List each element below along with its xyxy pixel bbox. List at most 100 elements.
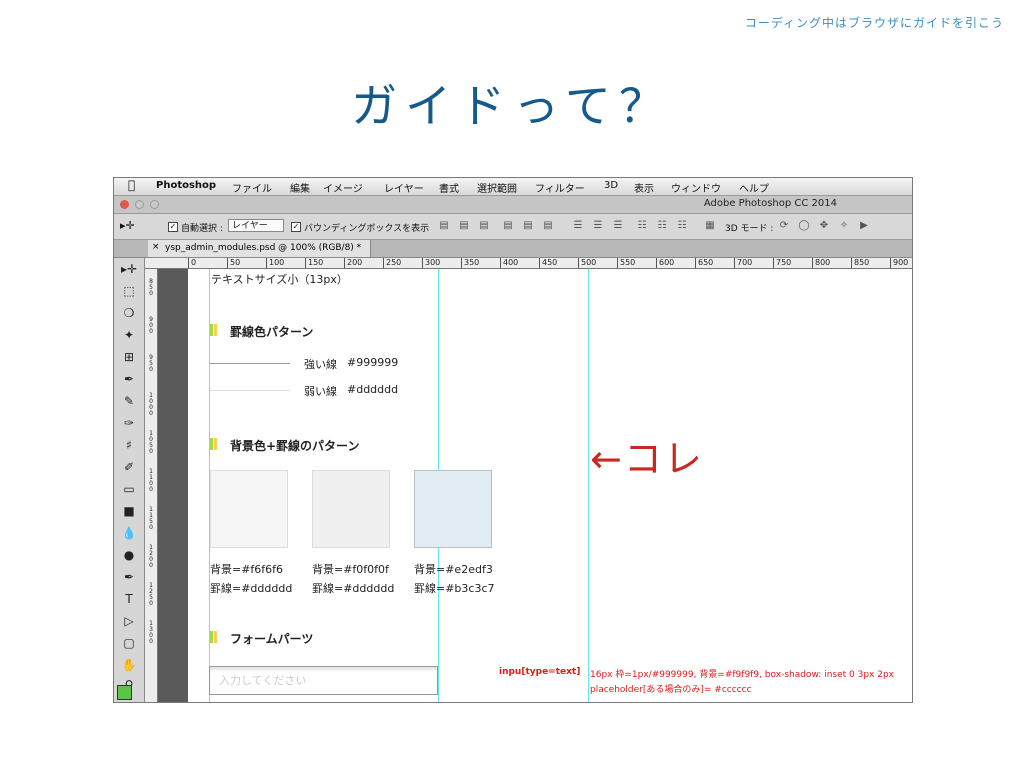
distribute-left-icon[interactable]: ☷ [636, 220, 648, 232]
weak-line-value: #dddddd [347, 383, 399, 396]
slide-subtitle: コーディング中はブラウザにガイドを引こう [744, 16, 1004, 30]
align-right-icon[interactable]: ▤ [542, 220, 554, 232]
ruler-label: 900 [893, 258, 909, 267]
auto-select-checkbox[interactable]: ✓ [168, 222, 178, 232]
home-tool-icon[interactable]: ▸✛ [120, 219, 135, 232]
menu-view[interactable]: 表示 [634, 180, 654, 195]
form-parts-heading: フォームパーツ [230, 632, 314, 646]
minimize-window-button[interactable] [135, 200, 144, 209]
menu-select[interactable]: 選択範囲 [477, 180, 517, 195]
hand-tool-icon[interactable]: ✋ [119, 656, 139, 674]
horizontal-ruler: 0 50 100 150 200 250 300 350 400 450 500 550 600 650 7… [145, 258, 912, 269]
distribute-bottom-icon[interactable]: ☰ [612, 220, 624, 232]
distribute-hcenter-icon[interactable]: ☷ [656, 220, 668, 232]
close-window-button[interactable] [120, 200, 129, 209]
pen-tool-icon[interactable]: ✒ [119, 568, 139, 586]
marquee-tool-icon[interactable]: ⬚ [119, 282, 139, 300]
ruler-label: 400 [503, 258, 519, 267]
vruler-label: 950 [149, 354, 153, 373]
photoshop-screenshot:  Photoshop ファイル 編集 イメージ レイヤー 書式 選択範囲 フィ… [113, 177, 913, 703]
menu-app-photoshop[interactable]: Photoshop [156, 180, 216, 191]
ruler-label: 300 [425, 258, 441, 267]
ruler-label: 850 [854, 258, 870, 267]
align-top-icon[interactable]: ▤ [438, 220, 450, 232]
section-marker-icon [210, 438, 217, 450]
menu-image[interactable]: イメージ [323, 180, 363, 195]
move-tool-icon[interactable]: ▸✛ [119, 260, 139, 278]
align-bottom-icon[interactable]: ▤ [478, 220, 490, 232]
auto-select-dropdown[interactable]: レイヤー [228, 219, 284, 232]
ruler-tick [461, 258, 462, 268]
ruler-tick [305, 258, 306, 268]
swatch-3-bg-label: 背景=#e2edf3 [414, 563, 493, 576]
foreground-color-swatch[interactable] [117, 685, 132, 700]
eyedropper-tool-icon[interactable]: ✒ [119, 370, 139, 388]
blur-tool-icon[interactable]: 💧 [119, 524, 139, 542]
3d-rotate-icon[interactable]: ⟳ [778, 220, 790, 232]
dodge-tool-icon[interactable]: ● [119, 546, 139, 564]
distribute-vcenter-icon[interactable]: ☰ [592, 220, 604, 232]
menu-type[interactable]: 書式 [439, 180, 459, 195]
document-tabbar: × ysp_admin_modules.psd @ 100% (RGB/8) * [114, 240, 912, 258]
magic-wand-tool-icon[interactable]: ✦ [119, 326, 139, 344]
section-marker-icon [210, 631, 217, 643]
menu-window[interactable]: ウィンドウ [671, 180, 721, 195]
menu-help[interactable]: ヘルプ [739, 180, 769, 195]
tools-panel: ▸✛ ⬚ ❍ ✦ ⊞ ✒ ✎ ✑ ♯ ✐ ▭ ■ 💧 ● ✒ T ▷ ▢ ✋ ⚲ [114, 258, 145, 702]
vruler-label: 1000 [149, 392, 153, 417]
healing-brush-tool-icon[interactable]: ✎ [119, 392, 139, 410]
swatch-1-border-label: 罫線=#dddddd [210, 582, 293, 595]
ruler-tick [188, 258, 189, 268]
menu-filter[interactable]: フィルター [535, 180, 585, 195]
annotation-arrow-label: ←コレ [590, 437, 704, 481]
ruler-label: 750 [776, 258, 792, 267]
mac-menubar:  Photoshop ファイル 編集 イメージ レイヤー 書式 選択範囲 フィ… [114, 178, 912, 196]
apple-icon[interactable]:  [128, 178, 135, 192]
3d-roll-icon[interactable]: ◯ [798, 220, 810, 232]
weak-line-sample [210, 390, 290, 391]
auto-align-icon[interactable]: ▦ [704, 220, 716, 232]
ruler-label: 650 [698, 258, 714, 267]
distribute-top-icon[interactable]: ☰ [572, 220, 584, 232]
align-left-icon[interactable]: ▤ [502, 220, 514, 232]
text-size-small-sample: テキストサイズ小（13px） [211, 273, 348, 286]
shape-tool-icon[interactable]: ▢ [119, 634, 139, 652]
bg-pattern-heading: 背景色+罫線のパターン [230, 439, 360, 453]
lasso-tool-icon[interactable]: ❍ [119, 304, 139, 322]
document-canvas[interactable]: テキストサイズ小（13px） 罫線色パターン 強い線 #999999 弱い線 #… [188, 269, 912, 702]
menu-edit[interactable]: 編集 [290, 180, 310, 195]
ruler-tick [617, 258, 618, 268]
stamp-tool-icon[interactable]: ♯ [119, 436, 139, 454]
swatch-3 [414, 470, 492, 548]
crop-tool-icon[interactable]: ⊞ [119, 348, 139, 366]
close-tab-icon[interactable]: × [152, 242, 160, 252]
brush-tool-icon[interactable]: ✑ [119, 414, 139, 432]
distribute-right-icon[interactable]: ☷ [676, 220, 688, 232]
ruler-label: 700 [737, 258, 753, 267]
input-spec-note-line2: placeholder[ある場合のみ]= #cccccc [590, 685, 752, 695]
zoom-window-button[interactable] [150, 200, 159, 209]
bounding-box-checkbox[interactable]: ✓ [291, 222, 301, 232]
eraser-tool-icon[interactable]: ▭ [119, 480, 139, 498]
ruler-tick [656, 258, 657, 268]
options-bar: ▸✛ ✓ 自動選択 : レイヤー ✓ バウンディングボックスを表示 ▤ ▤ ▤ … [114, 214, 912, 240]
3d-scale-icon[interactable]: ▶ [858, 220, 870, 232]
gradient-tool-icon[interactable]: ■ [119, 502, 139, 520]
3d-slide-icon[interactable]: ✧ [838, 220, 850, 232]
ruler-label: 450 [542, 258, 558, 267]
ruler-label: 200 [347, 258, 363, 267]
swatch-2 [312, 470, 390, 548]
menu-layer[interactable]: レイヤー [384, 180, 424, 195]
guide-line[interactable] [588, 269, 589, 702]
ruler-tick [422, 258, 423, 268]
3d-drag-icon[interactable]: ✥ [818, 220, 830, 232]
document-tab[interactable]: × ysp_admin_modules.psd @ 100% (RGB/8) * [148, 240, 371, 257]
path-selection-tool-icon[interactable]: ▷ [119, 612, 139, 630]
menu-file[interactable]: ファイル [232, 180, 272, 195]
type-tool-icon[interactable]: T [119, 590, 139, 608]
align-vcenter-icon[interactable]: ▤ [458, 220, 470, 232]
align-hcenter-icon[interactable]: ▤ [522, 220, 534, 232]
history-brush-tool-icon[interactable]: ✐ [119, 458, 139, 476]
menu-3d[interactable]: 3D [604, 180, 618, 191]
ruler-tick [500, 258, 501, 268]
